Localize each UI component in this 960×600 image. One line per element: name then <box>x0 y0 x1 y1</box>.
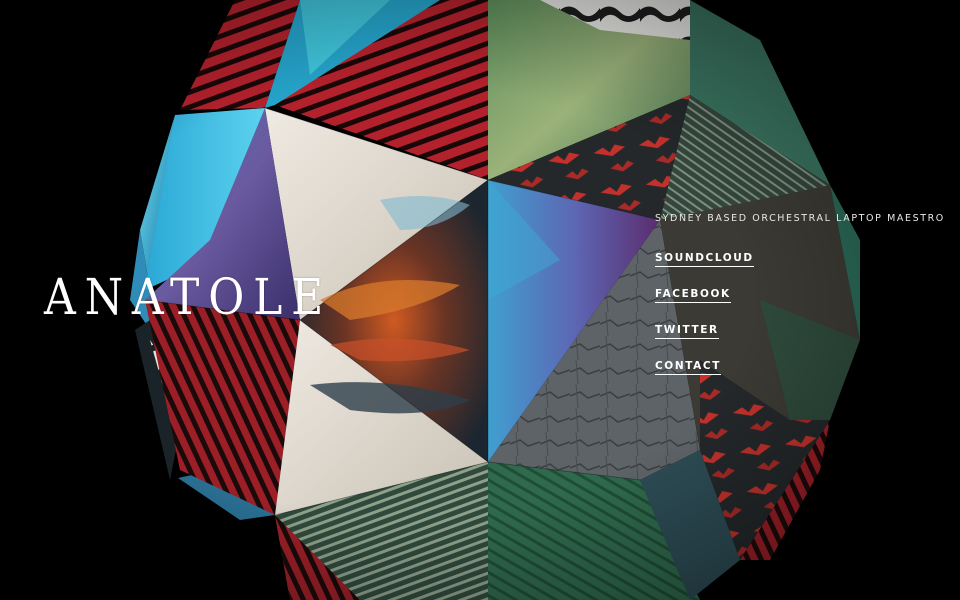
site-logo[interactable]: ANATOLE <box>44 272 332 322</box>
nav-item-twitter: TWITTER <box>655 320 754 339</box>
twitter-link[interactable]: TWITTER <box>655 324 719 339</box>
nav-item-contact: CONTACT <box>655 356 754 375</box>
nav-item-soundcloud: SOUNDCLOUD <box>655 248 754 267</box>
site-tagline: SYDNEY BASED ORCHESTRAL LAPTOP MAESTRO <box>655 213 945 224</box>
soundcloud-link[interactable]: SOUNDCLOUD <box>655 252 754 267</box>
contact-link[interactable]: CONTACT <box>655 360 721 375</box>
main-nav: SOUNDCLOUD FACEBOOK TWITTER CONTACT <box>655 248 754 392</box>
nav-item-facebook: FACEBOOK <box>655 284 754 303</box>
facebook-link[interactable]: FACEBOOK <box>655 288 731 303</box>
page: ANATOLE SYDNEY BASED ORCHESTRAL LAPTOP M… <box>0 0 960 600</box>
